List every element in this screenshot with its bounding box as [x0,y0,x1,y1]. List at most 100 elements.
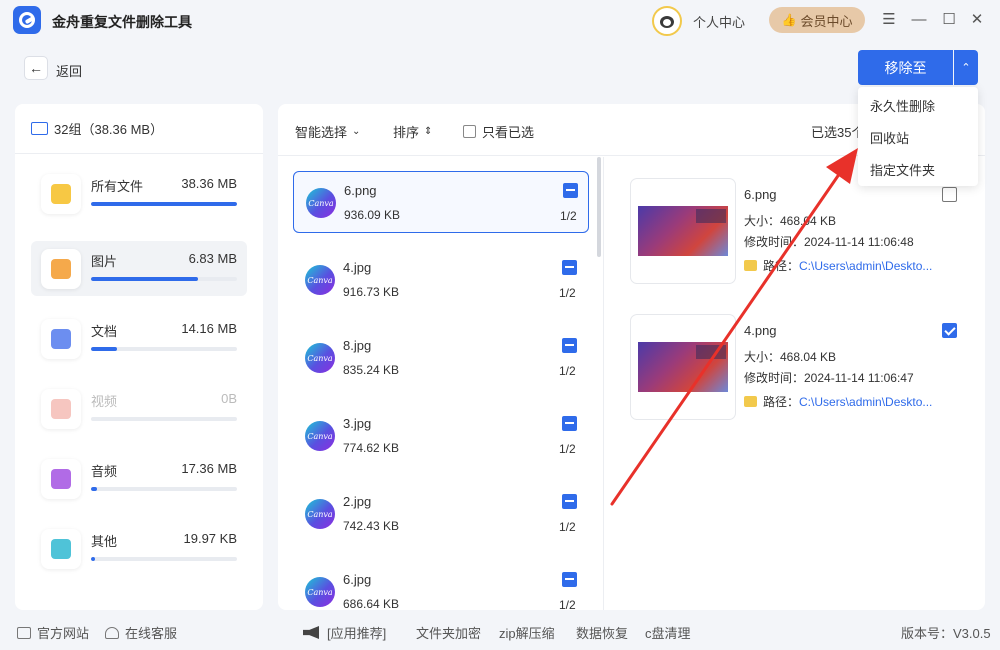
menu-item-permanent-delete[interactable]: 永久性删除 [858,91,978,123]
file-selected-count: 1/2 [559,364,576,378]
category-item[interactable]: 文档 14.16 MB [31,311,247,366]
category-size: 19.97 KB [183,531,238,546]
file-size: 936.09 KB [344,208,401,222]
file-group-item[interactable]: Canva 6.jpg 686.64 KB 1/2 [293,561,589,610]
file-group-item[interactable]: Canva 3.jpg 774.62 KB 1/2 [293,405,589,467]
category-name: 文档 [91,324,118,339]
file-list: Canva 6.png 936.09 KB 1/2 Canva 4.jpg 916.73 K… [278,157,604,610]
category-item[interactable]: 音频 17.36 MB [31,451,247,506]
canva-file-icon: Canva [305,343,335,373]
category-progress [91,202,237,206]
folder-icon [744,396,757,407]
maximize-icon[interactable]: ☐ [940,10,958,28]
footer-link-folder-encrypt[interactable]: 文件夹加密 [416,623,481,642]
footer-link-zip[interactable]: zip解压缩 [499,623,555,642]
file-name: 6.jpg [343,572,372,587]
menu-item-recycle-bin[interactable]: 回收站 [858,123,978,155]
category-progress [91,557,237,561]
file-size: 686.64 KB [343,597,400,610]
category-item[interactable]: 所有文件 38.36 MB [31,166,247,221]
partial-select-checkbox[interactable] [562,572,577,587]
category-name: 图片 [91,254,118,269]
only-selected-checkbox[interactable] [463,125,476,138]
file-name: 4.jpg [343,260,372,275]
file-checkbox[interactable] [942,187,957,202]
file-selected-count: 1/2 [559,442,576,456]
smart-select-label: 智能选择 [295,125,348,140]
official-website-label: 官方网站 [37,626,90,641]
category-name: 视频 [91,394,118,409]
scrollbar[interactable] [597,157,601,257]
file-name: 6.png [344,183,377,198]
partial-select-checkbox[interactable] [563,183,578,198]
footer: 官方网站 在线客服 [应用推荐] 文件夹加密 zip解压缩 数据恢复 c盘清理 … [0,614,1000,650]
only-selected-toggle[interactable]: 只看已选 [463,122,534,141]
file-selected-count: 1/2 [560,209,577,223]
file-path-link[interactable]: C:\Users\admin\Deskto... [799,395,932,409]
group-summary-text: 32组（38.36 MB） [54,122,164,137]
folder-icon [744,260,757,271]
file-group-item[interactable]: Canva 2.jpg 742.43 KB 1/2 [293,483,589,545]
file-selected-count: 1/2 [559,286,576,300]
folder-icon [41,174,81,214]
back-button[interactable]: 返回 [56,61,82,80]
minimize-icon[interactable]: — [910,10,928,28]
category-name: 其他 [91,534,118,549]
move-to-dropdown: 永久性删除 回收站 指定文件夹 [858,87,978,186]
file-size: 742.43 KB [343,519,400,533]
partial-select-checkbox[interactable] [562,260,577,275]
canva-file-icon: Canva [305,265,335,295]
file-name: 6.png [744,187,777,202]
online-support-label: 在线客服 [125,626,178,641]
partial-select-checkbox[interactable] [562,338,577,353]
canva-file-icon: Canva [305,499,335,529]
official-website-link[interactable]: 官方网站 [17,623,89,642]
vip-center-button[interactable]: 👍 会员中心 [769,7,865,33]
canva-file-icon: Canva [305,421,335,451]
duplicate-file-card: 6.png 大小：468.04 KB 修改时间：2024-11-14 11:06:4… [631,179,971,285]
category-size: 38.36 MB [181,176,237,191]
video-icon [41,389,81,429]
file-path-row: 路径：C:\Users\admin\Deskto... [744,257,932,274]
category-item[interactable]: 图片 6.83 MB [31,241,247,296]
category-name: 音频 [91,464,118,479]
file-path-link[interactable]: C:\Users\admin\Deskto... [799,259,932,273]
back-arrow-icon[interactable]: ← [24,56,48,80]
category-size: 6.83 MB [188,251,237,266]
category-item[interactable]: 视频 0B [31,381,247,436]
file-group-item[interactable]: Canva 8.jpg 835.24 KB 1/2 [293,327,589,389]
menu-icon[interactable]: ☰ [880,10,898,28]
close-icon[interactable]: ✕ [968,10,986,28]
partial-select-checkbox[interactable] [562,494,577,509]
grid-icon [41,529,81,569]
menu-item-specified-folder[interactable]: 指定文件夹 [858,155,978,187]
folder-outline-icon [31,122,48,135]
category-size: 0B [221,391,237,406]
footer-link-c-drive-clean[interactable]: c盘清理 [645,623,691,642]
move-to-button[interactable]: 移除至 [858,50,953,85]
path-label: 路径： [763,259,800,273]
sort-dropdown[interactable]: 排序 ⇕ [393,122,432,141]
canva-file-icon: Canva [305,577,335,607]
avatar[interactable] [652,6,682,36]
file-group-item[interactable]: Canva 6.png 936.09 KB 1/2 [293,171,589,233]
personal-center-link[interactable]: 个人中心 [693,12,745,31]
file-path-row: 路径：C:\Users\admin\Deskto... [744,393,932,410]
partial-select-checkbox[interactable] [562,416,577,431]
file-thumbnail[interactable] [631,315,735,419]
canva-file-icon: Canva [306,188,336,218]
file-checkbox[interactable] [942,323,957,338]
path-label: 路径： [763,395,800,409]
online-support-link[interactable]: 在线客服 [105,623,177,642]
footer-link-data-recovery[interactable]: 数据恢复 [576,623,628,642]
chevron-up-icon[interactable]: ⌃ [954,50,978,85]
file-name: 3.jpg [343,416,372,431]
smart-select-dropdown[interactable]: 智能选择 ⌄ [295,122,360,141]
file-thumbnail[interactable] [631,179,735,283]
app-title: 金舟重复文件删除工具 [52,14,192,30]
file-group-item[interactable]: Canva 4.jpg 916.73 KB 1/2 [293,249,589,311]
category-item[interactable]: 其他 19.97 KB [31,521,247,576]
selected-count: 已选35个 [811,125,865,140]
only-selected-label: 只看已选 [482,125,535,140]
document-icon [41,319,81,359]
